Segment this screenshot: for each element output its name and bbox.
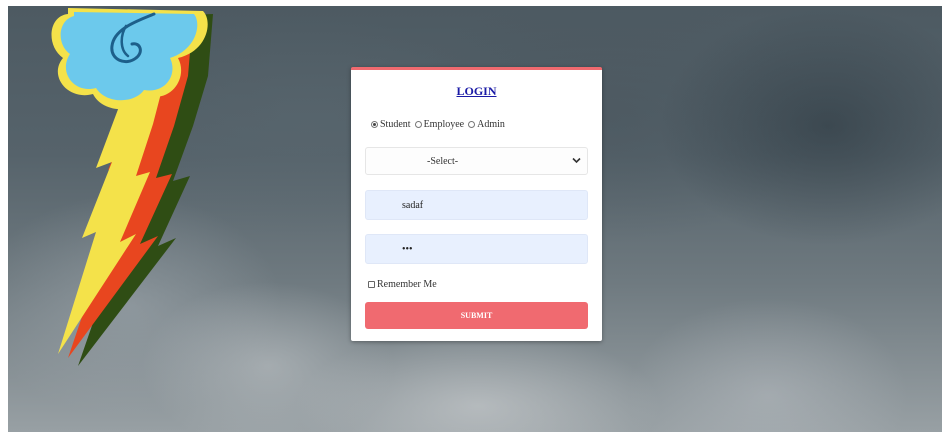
password-input[interactable]: ••• [365,234,588,264]
remember-me-checkbox[interactable] [368,281,375,288]
radio-student[interactable] [371,120,378,128]
password-value: ••• [402,244,413,255]
page-frame: LOGIN Student Employee Admin -Select- sa… [0,0,948,434]
select-value: -Select- [427,156,459,167]
radio-admin-label[interactable]: Admin [477,119,505,130]
chevron-down-icon [572,157,581,164]
remember-me-row: Remember Me [368,279,437,290]
role-radio-group: Student Employee Admin [371,117,509,131]
login-title-link[interactable]: LOGIN [351,84,602,99]
radio-student-label[interactable]: Student [380,119,411,130]
submit-button[interactable]: SUBMIT [365,302,588,329]
radio-admin[interactable] [468,120,476,128]
remember-me-label[interactable]: Remember Me [377,279,437,290]
username-input[interactable]: sadaf [365,190,588,220]
radio-employee[interactable] [414,120,422,128]
radio-employee-label[interactable]: Employee [424,119,465,130]
role-select-dropdown[interactable]: -Select- [365,147,588,175]
lightning-bolt-icon [51,8,213,366]
login-card: LOGIN Student Employee Admin -Select- sa… [351,67,602,341]
username-value: sadaf [402,200,424,211]
